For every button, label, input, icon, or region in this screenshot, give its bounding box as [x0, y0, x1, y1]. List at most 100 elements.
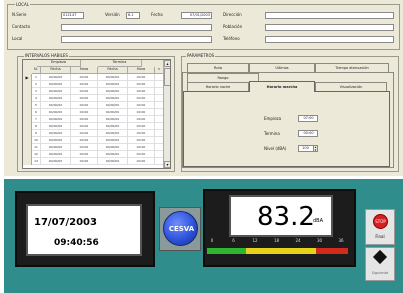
- row-header[interactable]: [23, 95, 32, 102]
- row-header[interactable]: [23, 109, 32, 116]
- table-cell[interactable]: 00:00: [71, 158, 98, 165]
- scroll-up-button[interactable]: ▴: [164, 60, 170, 67]
- contacto-field[interactable]: [61, 24, 212, 31]
- table-row[interactable]: 7 00/00/00 00:00 00/00/00 00:00: [23, 116, 164, 123]
- table-cell[interactable]: 00:00: [71, 137, 98, 144]
- table-row[interactable]: 9 00/00/00 00:00 00/00/00 00:00: [23, 130, 164, 137]
- table-row[interactable]: 10 00/00/00 00:00 00/00/00 00:00: [23, 137, 164, 144]
- table-cell[interactable]: 00/00/00: [98, 88, 128, 95]
- table-row[interactable]: 13 00/00/00 00:00 00/00/00 00:00: [23, 158, 164, 165]
- table-cell[interactable]: 7: [32, 116, 41, 123]
- table-cell[interactable]: 00/00/00: [98, 137, 128, 144]
- table-cell[interactable]: 00/00/00: [98, 158, 128, 165]
- table-cell[interactable]: 00:00: [128, 109, 155, 116]
- table-cell[interactable]: 00:00: [71, 151, 98, 158]
- table-cell[interactable]: 00/00/00: [98, 123, 128, 130]
- table-cell[interactable]: 00:00: [71, 74, 98, 81]
- table-cell[interactable]: 00:00: [71, 130, 98, 137]
- table-cell[interactable]: 00/00/00: [98, 102, 128, 109]
- table-cell[interactable]: 00/00/00: [41, 109, 71, 116]
- tab-horario-marcha[interactable]: Horario marcha: [249, 81, 315, 92]
- table-cell[interactable]: 00/00/00: [98, 95, 128, 102]
- stop-button[interactable]: STOP Final: [365, 209, 395, 245]
- table-row[interactable]: 12 00/00/00 00:00 00/00/00 00:00: [23, 151, 164, 158]
- tab-ultimos[interactable]: Últimos: [249, 63, 315, 72]
- table-cell[interactable]: 00/00/00: [98, 130, 128, 137]
- table-row[interactable]: 2 00/00/00 00:00 00/00/00 00:00: [23, 81, 164, 88]
- row-header[interactable]: [23, 158, 32, 165]
- table-cell[interactable]: 00:00: [71, 81, 98, 88]
- fecha-field[interactable]: 07/01/2003: [181, 12, 212, 19]
- local-field[interactable]: [61, 36, 212, 43]
- table-cell[interactable]: 11: [32, 144, 41, 151]
- table-cell[interactable]: 00:00: [71, 88, 98, 95]
- table-cell[interactable]: 00:00: [71, 123, 98, 130]
- table-cell[interactable]: 8: [32, 123, 41, 130]
- table-cell[interactable]: 00:00: [71, 144, 98, 151]
- table-cell[interactable]: 00/00/00: [41, 74, 71, 81]
- table-cell[interactable]: 00:00: [128, 137, 155, 144]
- table-cell[interactable]: 3: [32, 88, 41, 95]
- table-cell[interactable]: 00:00: [128, 116, 155, 123]
- row-header[interactable]: [23, 130, 32, 137]
- table-scrollbar[interactable]: ▴ ▾: [163, 60, 170, 168]
- next-button[interactable]: Siguiente: [365, 247, 395, 281]
- table-cell[interactable]: 00/00/00: [98, 116, 128, 123]
- row-header[interactable]: [23, 116, 32, 123]
- row-header[interactable]: [23, 151, 32, 158]
- table-cell[interactable]: 00:00: [128, 95, 155, 102]
- table-cell[interactable]: 4: [32, 95, 41, 102]
- table-cell[interactable]: 00/00/00: [41, 151, 71, 158]
- table-cell[interactable]: 00:00: [128, 88, 155, 95]
- row-header[interactable]: [23, 81, 32, 88]
- direccion-field[interactable]: [265, 12, 394, 19]
- table-row[interactable]: 4 00/00/00 00:00 00/00/00 00:00: [23, 95, 164, 102]
- scroll-down-button[interactable]: ▾: [164, 161, 170, 168]
- table-cell[interactable]: 00/00/00: [41, 95, 71, 102]
- nivel-spin-button[interactable]: ▴ ▾: [313, 145, 318, 152]
- telefono-field[interactable]: [265, 36, 394, 43]
- poblacion-field[interactable]: [265, 24, 394, 31]
- table-cell[interactable]: 00:00: [128, 158, 155, 165]
- table-cell[interactable]: 00/00/00: [41, 158, 71, 165]
- table-row[interactable]: 8 00/00/00 00:00 00/00/00 00:00: [23, 123, 164, 130]
- row-header[interactable]: [23, 137, 32, 144]
- version-field[interactable]: 6.1: [126, 12, 140, 19]
- tab-ruta[interactable]: Ruta: [187, 63, 249, 72]
- row-header[interactable]: ▶: [23, 74, 32, 81]
- table-cell[interactable]: 00:00: [128, 74, 155, 81]
- row-header[interactable]: [23, 144, 32, 151]
- row-header[interactable]: [23, 123, 32, 130]
- row-header[interactable]: [23, 88, 32, 95]
- table-cell[interactable]: 00:00: [128, 81, 155, 88]
- tab-tiempo-atenuacion[interactable]: Tiempo atenuación: [315, 63, 389, 72]
- table-cell[interactable]: 00:00: [71, 95, 98, 102]
- table-row[interactable]: 6 00/00/00 00:00 00/00/00 00:00: [23, 109, 164, 116]
- table-cell[interactable]: 6: [32, 109, 41, 116]
- table-cell[interactable]: 10: [32, 137, 41, 144]
- table-cell[interactable]: 00/00/00: [98, 144, 128, 151]
- table-cell[interactable]: 00:00: [128, 144, 155, 151]
- table-cell[interactable]: 00/00/00: [41, 130, 71, 137]
- table-cell[interactable]: 12: [32, 151, 41, 158]
- table-cell[interactable]: 00:00: [128, 102, 155, 109]
- table-cell[interactable]: 00:00: [128, 151, 155, 158]
- tab-visualizacion[interactable]: Visualización: [315, 82, 387, 91]
- table-cell[interactable]: 00/00/00: [41, 88, 71, 95]
- table-cell[interactable]: 00:00: [71, 109, 98, 116]
- table-cell[interactable]: 00:00: [128, 130, 155, 137]
- empieza-field[interactable]: 07:00: [298, 115, 318, 122]
- tab-horario-noche[interactable]: Horario noche: [187, 82, 249, 91]
- table-cell[interactable]: 2: [32, 81, 41, 88]
- n-serie-field[interactable]: 012147: [61, 12, 84, 19]
- table-cell[interactable]: 00/00/00: [41, 144, 71, 151]
- table-cell[interactable]: 00:00: [128, 123, 155, 130]
- table-cell[interactable]: 00/00/00: [41, 102, 71, 109]
- row-header[interactable]: [23, 102, 32, 109]
- intervals-table[interactable]: Empieza Termina N. Fecha Hora Fecha Hora…: [22, 59, 171, 169]
- table-cell[interactable]: 00/00/00: [41, 137, 71, 144]
- table-cell[interactable]: 5: [32, 102, 41, 109]
- table-cell[interactable]: 00/00/00: [41, 116, 71, 123]
- table-cell[interactable]: 00:00: [71, 116, 98, 123]
- table-cell[interactable]: 00/00/00: [98, 81, 128, 88]
